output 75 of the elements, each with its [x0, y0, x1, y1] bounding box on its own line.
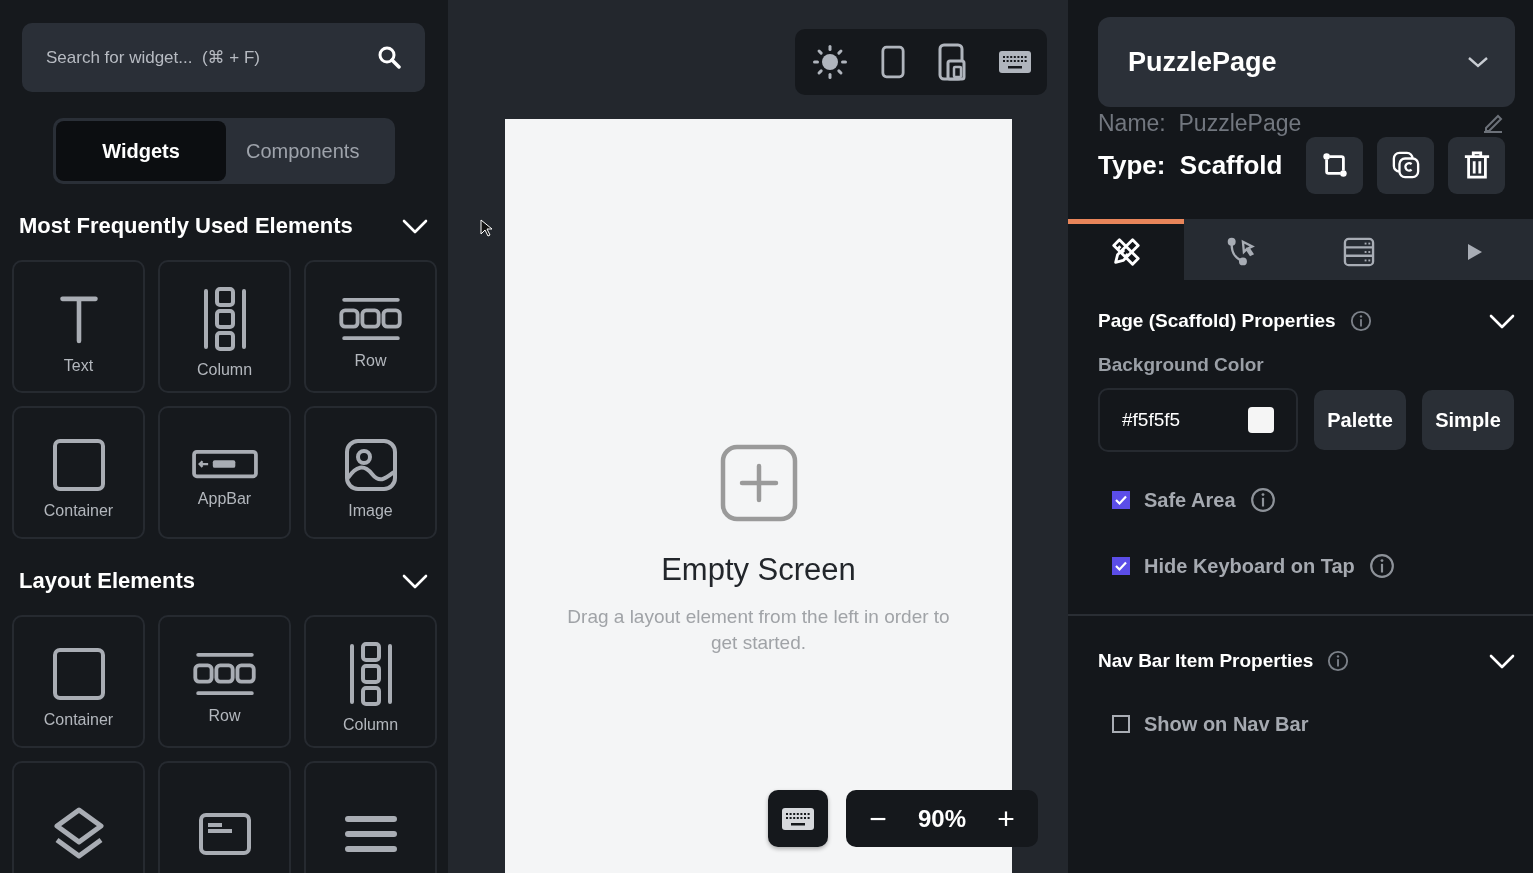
empty-title: Empty Screen [661, 552, 856, 588]
color-swatch[interactable] [1248, 407, 1274, 433]
row-icon [192, 650, 257, 697]
card-icon [197, 811, 252, 856]
field-label: Background Color [1098, 354, 1265, 376]
chevron-down-icon[interactable] [402, 573, 428, 589]
copy-icon [1391, 151, 1420, 179]
chevron-down-icon[interactable] [1489, 313, 1515, 329]
widget-tile[interactable]: Row [304, 260, 437, 393]
square-icon [51, 437, 106, 492]
widget-tile[interactable]: Container [12, 406, 145, 539]
widget-tile[interactable]: Column [158, 260, 291, 393]
option-label: Show on Nav Bar [1144, 712, 1309, 736]
tab[interactable]: Components [226, 121, 380, 181]
sun-icon[interactable] [811, 44, 848, 80]
list-icon [343, 813, 398, 854]
crop-icon [1320, 151, 1349, 179]
section-title: Layout Elements [19, 568, 196, 594]
chevron-down-icon [1467, 55, 1489, 69]
empty-message: Drag a layout element from the left in order to get started. [566, 605, 951, 655]
zoom-level: 90% [917, 804, 966, 833]
square-icon [51, 646, 106, 701]
widget-tile[interactable] [304, 761, 437, 873]
widget-tile[interactable]: AppBar [158, 406, 291, 539]
widget-tile[interactable] [12, 761, 145, 873]
checkbox[interactable] [1112, 715, 1130, 733]
play-icon [1466, 243, 1483, 261]
row-icon [338, 295, 403, 342]
keyboard-button[interactable] [768, 790, 828, 847]
search-icon[interactable] [377, 45, 401, 69]
pointer-icon [480, 219, 492, 237]
widget-tile[interactable]: Container [12, 615, 145, 748]
widget-tile[interactable] [158, 761, 291, 873]
widget-tile[interactable]: Row [158, 615, 291, 748]
widget-tile[interactable]: Image [304, 406, 437, 539]
delete-button[interactable] [1448, 136, 1505, 194]
info-icon[interactable] [1349, 310, 1372, 332]
trash-icon [1462, 150, 1491, 180]
checkbox[interactable] [1112, 491, 1130, 509]
picker-button[interactable]: Palette [1314, 390, 1406, 450]
section-title: Nav Bar Item Properties [1098, 650, 1314, 672]
section-title: Most Frequently Used Elements [19, 213, 353, 239]
image-icon [343, 437, 398, 492]
color-field[interactable]: #f5f5f5 [1098, 388, 1298, 452]
widget-tile[interactable]: Column [304, 615, 437, 748]
keyboard-icon [782, 807, 814, 830]
ruler-pencil-icon [1110, 236, 1143, 268]
info-icon[interactable] [1327, 650, 1350, 672]
flow-cursor-icon [1227, 237, 1258, 267]
widget-tile[interactable]: Text [12, 260, 145, 393]
crop-button[interactable] [1306, 136, 1363, 194]
type-text: Type: Scaffold [1098, 149, 1283, 181]
option-label: Safe Area [1144, 488, 1236, 512]
chevron-down-icon[interactable] [1489, 653, 1515, 669]
checkbox[interactable] [1112, 557, 1130, 575]
add-icon[interactable] [719, 444, 798, 522]
zoom-out-button[interactable]: − [858, 800, 898, 837]
server-icon [1341, 237, 1376, 267]
name-text: Name: PuzzlePage [1098, 109, 1302, 137]
zoom-in-button[interactable]: + [986, 800, 1026, 837]
app-bar-icon [189, 449, 260, 480]
info-icon[interactable] [1368, 553, 1395, 579]
page-dropdown[interactable]: PuzzlePage [1098, 17, 1515, 107]
info-icon[interactable] [1249, 487, 1276, 513]
option-label: Hide Keyboard on Tap [1144, 554, 1355, 578]
search-field[interactable]: Search for widget... (⌘ + F) [22, 23, 425, 92]
copy-button[interactable] [1377, 136, 1434, 194]
chevron-down-icon[interactable] [402, 218, 428, 234]
panel-tab[interactable] [1068, 219, 1185, 280]
section-title: Page (Scaffold) Properties [1098, 310, 1336, 332]
tab[interactable]: Widgets [56, 121, 226, 181]
keyboard-icon[interactable] [998, 51, 1031, 73]
phone-icon[interactable] [880, 44, 905, 80]
picker-button[interactable]: Simple [1422, 390, 1514, 450]
tablet-icon[interactable] [937, 43, 966, 81]
